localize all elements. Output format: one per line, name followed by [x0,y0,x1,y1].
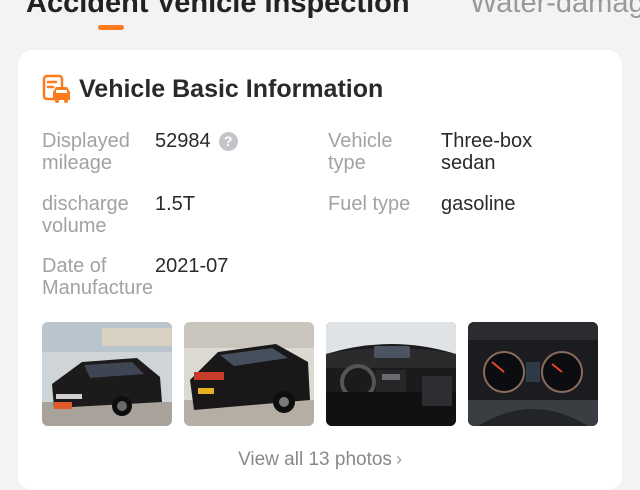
mileage-label-line1: Displayed [42,130,130,152]
tab-accident-inspection[interactable]: Accident Vehicle Inspection [26,0,410,20]
mileage-label-line2: mileage [42,152,113,174]
instrument-cluster-photo[interactable] [468,322,598,426]
displacement-label-line2: volume [42,215,107,237]
mileage-value: 52984 [155,130,211,152]
active-tab-indicator [98,25,124,30]
displacement-value: 1.5T [155,193,196,215]
vehicle-type-label: Vehicle type [328,130,393,174]
card-title: Vehicle Basic Information [79,75,384,103]
vehicle-type-value: Three-box sedan [441,130,532,174]
rear-exterior-image [184,322,314,426]
instrument-cluster-image [468,322,598,426]
help-icon[interactable]: ? [218,132,238,151]
tab-bar: Accident Vehicle Inspection Water-damag [0,0,640,40]
vehicle-basic-info-card: Vehicle Basic Information Displayed mile… [18,50,622,490]
manufacture-date-value: 2021-07 [155,255,229,277]
vehicle-type-label-line1: Vehicle [328,130,393,152]
rear-exterior-photo[interactable] [184,322,314,426]
displacement-label-line1: discharge [42,193,129,215]
manufacture-date-label-line1: Date of [42,255,107,277]
manufacture-date-label: Date of Manufacture [42,255,153,299]
fuel-type-value: gasoline [441,193,516,215]
view-all-label: View all 13 photos [238,449,392,470]
vehicle-type-value-line2: sedan [441,152,496,174]
car-document-icon [42,74,70,103]
fuel-type-label: Fuel type [328,193,411,215]
manufacture-date-label-line2: Manufacture [42,277,154,299]
vehicle-type-value-line1: Three-box [441,130,533,152]
mileage-value-group: 52984? [155,130,238,152]
front-exterior-image [42,322,172,426]
tab-water-damage[interactable]: Water-damag [470,0,640,20]
vehicle-type-label-line2: type [328,152,366,174]
chevron-right-icon: › [395,449,402,469]
view-all-photos-link[interactable]: View all 13 photos › [18,448,622,471]
interior-dashboard-image [326,322,456,426]
displacement-label: discharge volume [42,193,129,237]
front-exterior-photo[interactable] [42,322,172,426]
interior-dashboard-photo[interactable] [326,322,456,426]
mileage-label: Displayed mileage [42,130,130,174]
